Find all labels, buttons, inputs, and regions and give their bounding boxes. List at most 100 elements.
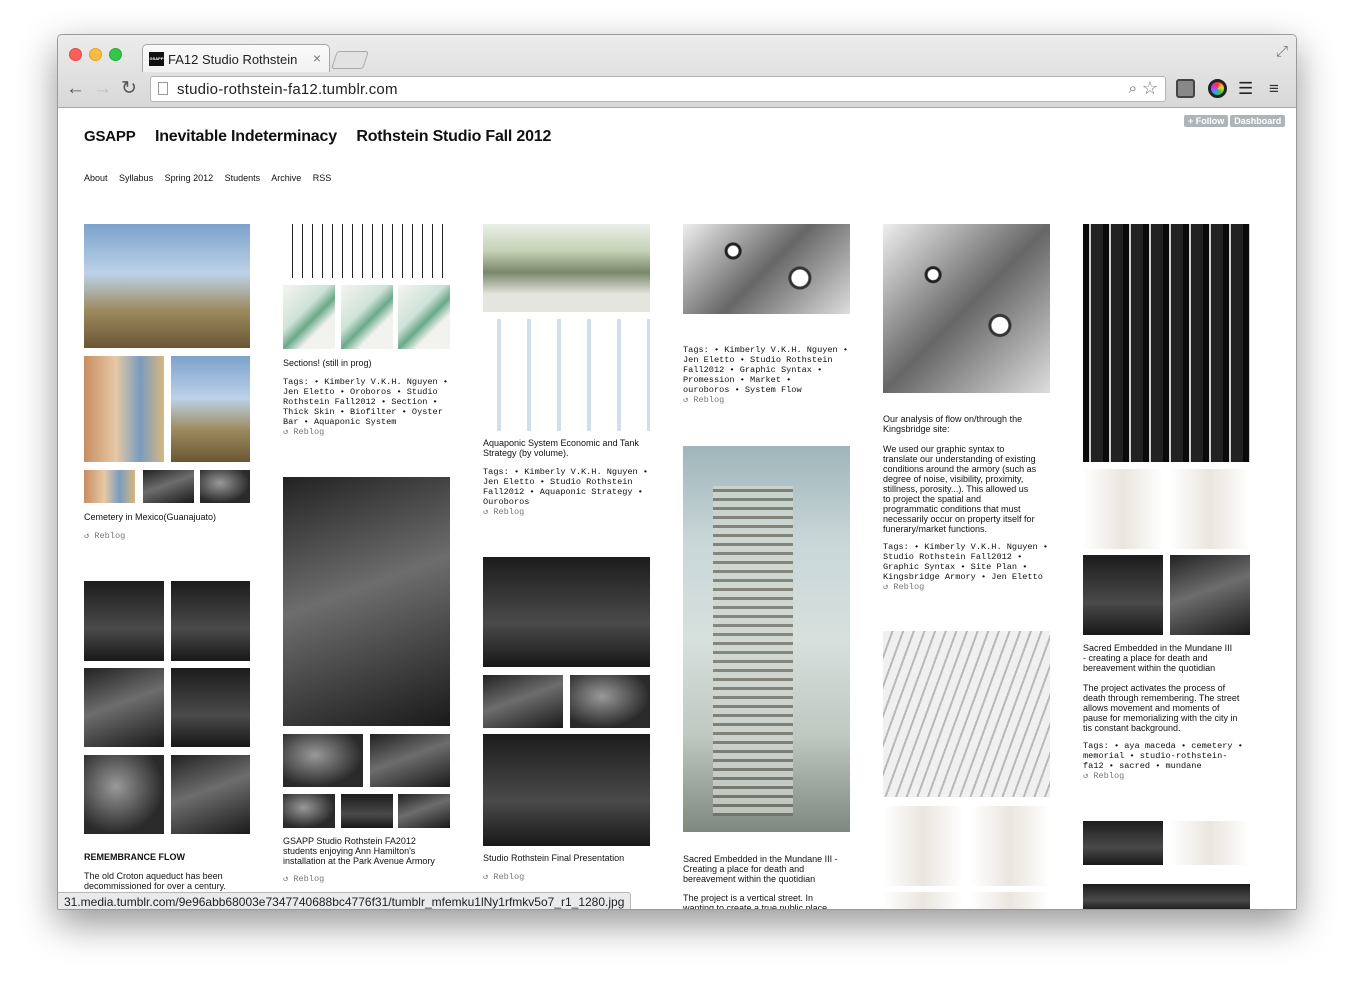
post-photo[interactable] — [171, 356, 250, 462]
blog-title-studio: Rothstein Studio Fall 2012 — [356, 128, 552, 145]
post-photo[interactable] — [483, 734, 650, 846]
post-photo[interactable] — [570, 675, 650, 728]
post-caption-title: REMEMBRANCE FLOW — [84, 852, 185, 862]
post-photo-charts[interactable] — [483, 319, 650, 431]
post-photo[interactable] — [398, 285, 450, 349]
dashboard-button[interactable]: Dashboard — [1230, 115, 1286, 127]
reblog-link[interactable]: ↺ Reblog — [883, 582, 924, 592]
address-bar[interactable]: studio-rothstein-fa12.tumblr.com ⌕ ☆ — [150, 76, 1166, 102]
minimize-window-button[interactable] — [89, 48, 102, 61]
post-caption: GSAPP Studio Rothstein FA2012 students e… — [283, 836, 435, 866]
post-photo[interactable] — [84, 470, 135, 503]
post-photo[interactable] — [970, 892, 1050, 909]
post-photo[interactable] — [370, 734, 450, 787]
post-photo-presentation[interactable] — [483, 557, 650, 667]
layers-extension-icon[interactable]: ☰ — [1238, 79, 1257, 98]
blog-title[interactable]: GSAPP Inevitable Indeterminacy Rothstein… — [84, 128, 566, 146]
nav-archive[interactable]: Archive — [271, 173, 301, 183]
fullscreen-icon[interactable]: ⤢ — [1276, 43, 1288, 60]
reblog-link[interactable]: ↺ Reblog — [1083, 771, 1124, 781]
post-photo[interactable] — [1170, 821, 1250, 865]
browser-tab[interactable]: GSAPP FA12 Studio Rothstein × — [142, 44, 330, 72]
reblog-label: Reblog — [493, 507, 525, 517]
tab-favicon: GSAPP — [149, 52, 164, 66]
follow-button[interactable]: + Follow — [1184, 115, 1229, 127]
post-photo[interactable] — [84, 755, 164, 834]
back-arrow-icon[interactable]: ← — [66, 79, 85, 98]
nav-students[interactable]: Students — [225, 173, 261, 183]
post-photo[interactable] — [283, 734, 363, 787]
reblog-link[interactable]: ↺ Reblog — [283, 427, 324, 437]
post-photo[interactable] — [283, 794, 335, 828]
reblog-label: Reblog — [293, 427, 325, 437]
post-caption: Studio Rothstein Final Presentation — [483, 853, 625, 863]
post-photo-wall[interactable] — [883, 631, 1050, 797]
post-caption: Cemetery in Mexico(Guanajuato) — [84, 512, 217, 522]
post-photo[interactable] — [143, 470, 194, 503]
nav-rss[interactable]: RSS — [313, 173, 332, 183]
post-photo[interactable] — [1083, 884, 1250, 909]
post-photo-street[interactable] — [1083, 224, 1250, 462]
post-tags[interactable]: Tags: • aya maceda • cemetery • memorial… — [1083, 741, 1243, 771]
post-tags[interactable]: Tags: • Kimberly V.K.H. Nguyen • Jen Ele… — [483, 467, 648, 507]
color-picker-extension-icon[interactable] — [1208, 79, 1227, 98]
new-tab-button[interactable] — [331, 51, 369, 69]
post-photo[interactable] — [84, 668, 164, 747]
post-photo[interactable] — [883, 806, 963, 886]
post-photo[interactable] — [171, 668, 250, 747]
extension-icon[interactable] — [1176, 79, 1195, 98]
forward-arrow-icon[interactable]: → — [93, 79, 112, 98]
blog-title-gsapp: GSAPP — [84, 128, 136, 145]
post-caption: Sacred Embedded in the Mundane III - cre… — [1083, 643, 1240, 733]
post-photo-kingsbridge[interactable] — [883, 224, 1050, 393]
search-icon[interactable]: ⌕ — [1129, 80, 1137, 97]
reblog-label: Reblog — [293, 874, 325, 884]
post-photo-graphic-syntax[interactable] — [683, 224, 850, 314]
post-photo[interactable] — [283, 285, 335, 349]
post-photo-tower[interactable] — [683, 446, 850, 832]
post-photo[interactable] — [1083, 821, 1163, 865]
post-photo-aquaponic[interactable] — [483, 224, 650, 312]
blog-title-main: Inevitable Indeterminacy — [154, 128, 337, 145]
post-photo[interactable] — [341, 794, 393, 828]
nav-about[interactable]: About — [84, 173, 108, 183]
tumblr-controls: + Follow Dashboard — [1182, 111, 1286, 129]
reblog-link[interactable]: ↺ Reblog — [483, 507, 524, 517]
post-photo-cemetery[interactable] — [84, 224, 250, 348]
nav-syllabus[interactable]: Syllabus — [119, 173, 153, 183]
post-photo[interactable] — [341, 285, 393, 349]
post-photo[interactable] — [1170, 555, 1250, 635]
tab-title: FA12 Studio Rothstein — [168, 52, 298, 67]
post-caption: Sacred Embedded in the Mundane III - Cre… — [683, 854, 838, 884]
post-photo[interactable] — [1083, 469, 1163, 549]
post-photo[interactable] — [84, 356, 164, 462]
post-tags[interactable]: Tags: • Kimberly V.K.H. Nguyen • Studio … — [883, 542, 1048, 582]
post-photo[interactable] — [1083, 555, 1163, 635]
url-text: studio-rothstein-fa12.tumblr.com — [177, 81, 398, 98]
post-photo-installation[interactable] — [283, 477, 450, 726]
reload-icon[interactable]: ↻ — [121, 79, 137, 98]
reblog-label: Reblog — [493, 872, 525, 882]
close-window-button[interactable] — [69, 48, 82, 61]
post-tags[interactable]: Tags: • Kimberly V.K.H. Nguyen • Jen Ele… — [283, 377, 448, 427]
post-photo[interactable] — [171, 755, 250, 834]
nav-spring-2012[interactable]: Spring 2012 — [165, 173, 214, 183]
post-photo[interactable] — [1170, 469, 1250, 549]
reblog-link[interactable]: ↺ Reblog — [683, 395, 724, 405]
reblog-link[interactable]: ↺ Reblog — [84, 531, 125, 541]
post-photo[interactable] — [883, 892, 963, 909]
bookmark-star-icon[interactable]: ☆ — [1142, 78, 1158, 99]
post-photo[interactable] — [970, 806, 1050, 886]
post-photo[interactable] — [171, 581, 250, 661]
post-photo-remembrance[interactable] — [84, 581, 164, 661]
close-tab-icon[interactable]: × — [313, 50, 321, 66]
post-photo-section[interactable] — [283, 224, 450, 278]
post-photo[interactable] — [200, 470, 250, 503]
post-tags[interactable]: Tags: • Kimberly V.K.H. Nguyen • Jen Ele… — [683, 345, 848, 395]
post-photo[interactable] — [398, 794, 450, 828]
reblog-link[interactable]: ↺ Reblog — [283, 874, 324, 884]
post-photo[interactable] — [483, 675, 563, 728]
zoom-window-button[interactable] — [109, 48, 122, 61]
menu-icon[interactable]: ≡ — [1269, 79, 1288, 98]
reblog-link[interactable]: ↺ Reblog — [483, 872, 524, 882]
